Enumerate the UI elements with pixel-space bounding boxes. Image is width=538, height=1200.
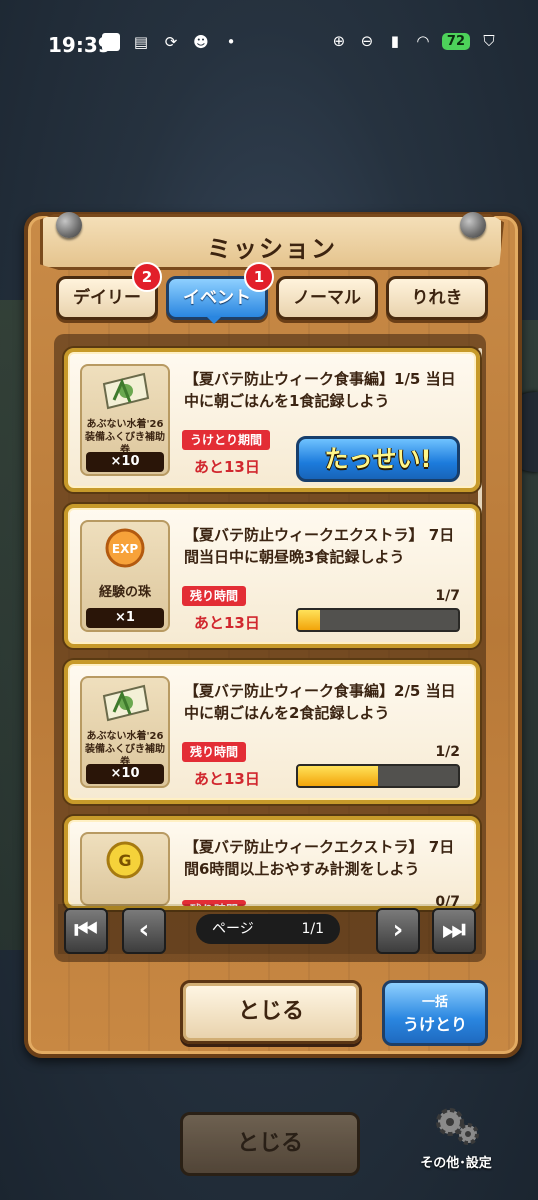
mission-description: 【夏バテ防止ウィーク食事編】1/5 当日中に朝ごはんを1食記録しよう <box>184 370 456 410</box>
status-bar: 19:39 ▤ ⟳ ☻ • ⊕ ⊖ ▮ ◠ 72 ⛉ <box>0 0 538 90</box>
news-icon: ▤ <box>133 33 149 51</box>
next-page-button[interactable]: › <box>376 908 420 954</box>
progress-count: 1/2 <box>435 744 460 760</box>
page-indicator: ページ 1/1 <box>196 914 340 944</box>
page-label: ページ <box>212 921 254 937</box>
tab-history[interactable]: りれき <box>386 276 488 320</box>
claim-button[interactable]: たっせい! <box>296 436 460 482</box>
mission-card: G 【夏バテ防止ウィークエクストラ】 7日間6時間以上おやすみ計測をしよう 残り… <box>64 816 480 910</box>
close-button[interactable]: とじる <box>180 980 362 1044</box>
bulk-claim-button[interactable]: 一括 うけとり <box>382 980 488 1046</box>
settings-label: その他･設定 <box>420 1156 492 1171</box>
remaining-time: あと13日 <box>194 614 260 632</box>
status-badge: 残り時間 <box>182 742 247 762</box>
reward-box: あぶない水着'26 装備ふくびき補助券 ×10 <box>80 676 170 788</box>
battery-icon: 72 <box>441 32 470 50</box>
background-close-button[interactable]: とじる <box>180 1112 360 1176</box>
bulk-claim-label-2: うけとり <box>402 1015 467 1034</box>
reward-box: EXP 経験の珠 ×1 <box>80 520 170 632</box>
progress-fill <box>298 610 321 630</box>
more-dot-icon: • <box>226 33 236 51</box>
gold-coin-icon: G <box>106 841 144 879</box>
app-notification-icon <box>102 33 120 51</box>
gear-icon <box>436 1108 479 1145</box>
sync-icon: ⟳ <box>164 33 178 51</box>
pin-icon <box>56 212 82 238</box>
remaining-time: あと13日 <box>194 770 260 788</box>
first-page-button[interactable]: ⏮ <box>64 908 108 954</box>
mission-description: 【夏バテ防止ウィークエクストラ】 7日間6時間以上おやすみ計測をしよう <box>184 838 455 878</box>
notification-badge: 1 <box>244 262 274 292</box>
notification-badge: 2 <box>132 262 162 292</box>
reward-quantity: ×1 <box>86 608 164 628</box>
prev-page-button[interactable]: ‹ <box>122 908 166 954</box>
gold-coin-label: G <box>118 851 131 870</box>
progress-bar <box>296 608 460 632</box>
tab-normal[interactable]: ノーマル <box>276 276 378 320</box>
reward-quantity: ×10 <box>86 764 164 784</box>
reward-quantity: ×10 <box>86 452 164 472</box>
ticket-icon <box>102 372 150 410</box>
progress-fill <box>298 766 378 786</box>
mission-card: あぶない水着'26 装備ふくびき補助券 ×10 【夏バテ防止ウィーク食事編】1/… <box>64 348 480 492</box>
reward-box: あぶない水着'26 装備ふくびき補助券 ×10 <box>80 364 170 476</box>
ticket-icon <box>102 684 150 722</box>
dialog-title-bar: ミッション <box>40 214 504 270</box>
pin-icon <box>460 212 486 238</box>
remaining-time: あと13日 <box>194 458 260 476</box>
dnd-icon: ⊖ <box>360 32 374 50</box>
status-badge: 残り時間 <box>182 586 247 606</box>
last-page-button[interactable]: ⏭ <box>432 908 476 954</box>
active-tab-indicator <box>206 316 222 324</box>
progress-count: 1/7 <box>435 588 460 604</box>
reward-name: 経験の珠 <box>98 585 151 600</box>
bulk-claim-label-1: 一括 <box>421 995 448 1010</box>
mission-card: あぶない水着'26 装備ふくびき補助券 ×10 【夏バテ防止ウィーク食事編】2/… <box>64 660 480 804</box>
reddit-icon: ☻ <box>193 33 209 51</box>
settings-button[interactable]: その他･設定 <box>418 1104 494 1174</box>
exp-orb-label: EXP <box>112 542 138 556</box>
wifi-icon: ◠ <box>416 32 430 50</box>
shield-icon: ⛉ <box>483 32 495 50</box>
dialog-title: ミッション <box>207 235 337 263</box>
mission-description: 【夏バテ防止ウィークエクストラ】 7日間当日中に朝昼晩3食記録しよう <box>184 526 455 566</box>
signal-icon: ▮ <box>390 32 400 50</box>
page-number: 1/1 <box>301 921 324 937</box>
data-saver-icon: ⊕ <box>332 32 346 50</box>
notification-icons: ▤ ⟳ ☻ • <box>102 33 240 51</box>
exp-orb-icon: EXP <box>105 528 145 568</box>
status-badge: うけとり期間 <box>182 430 271 450</box>
progress-bar <box>296 764 460 788</box>
system-icons: ⊕ ⊖ ▮ ◠ 72 ⛉ <box>330 32 498 50</box>
reward-box: G <box>80 832 170 906</box>
mission-card: EXP 経験の珠 ×1 【夏バテ防止ウィークエクストラ】 7日間当日中に朝昼晩3… <box>64 504 480 648</box>
mission-description: 【夏バテ防止ウィーク食事編】2/5 当日中に朝ごはんを2食記録しよう <box>184 682 456 722</box>
